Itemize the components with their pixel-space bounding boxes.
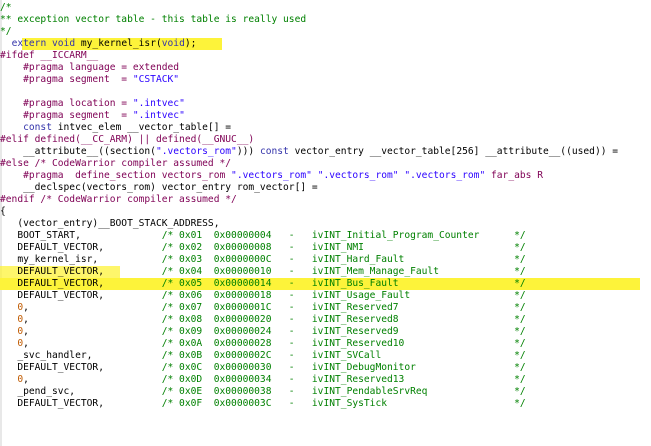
- code-line[interactable]: {: [0, 206, 651, 218]
- code-line[interactable]: 0, /* 0x0D 0x00000034 - ivINT_Reserved13…: [0, 374, 651, 386]
- code-line[interactable]: ** exception vector table - this table i…: [0, 14, 651, 26]
- code-line[interactable]: 0, /* 0x07 0x0000001C - ivINT_Reserved7 …: [0, 302, 651, 314]
- code-line[interactable]: 0, /* 0x0A 0x00000028 - ivINT_Reserved10…: [0, 338, 651, 350]
- code-line[interactable]: [0, 86, 651, 98]
- code-line[interactable]: #elif defined(__CC_ARM) || defined(__GNU…: [0, 134, 651, 146]
- code-line[interactable]: */: [0, 26, 651, 38]
- code-line[interactable]: #pragma location = ".intvec": [0, 98, 651, 110]
- code-line[interactable]: #pragma language = extended: [0, 62, 651, 74]
- code-line[interactable]: 0, /* 0x09 0x00000024 - ivINT_Reserved9 …: [0, 326, 651, 338]
- code-line[interactable]: DEFAULT_VECTOR, /* 0x05 0x00000014 - ivI…: [0, 278, 651, 290]
- code-line[interactable]: DEFAULT_VECTOR, /* 0x0C 0x00000030 - ivI…: [0, 362, 651, 374]
- code-line[interactable]: __attribute__((section(".vectors_rom")))…: [0, 146, 651, 158]
- code-line[interactable]: #pragma define_section vectors_rom ".vec…: [0, 170, 651, 182]
- code-line[interactable]: const intvec_elem __vector_table[] =: [0, 122, 651, 134]
- code-line[interactable]: __declspec(vectors_rom) vector_entry rom…: [0, 182, 651, 194]
- code-editor[interactable]: /* ** exception vector table - this table…: [0, 0, 651, 446]
- code-line[interactable]: #pragma segment = ".intvec": [0, 110, 651, 122]
- code-line[interactable]: DEFAULT_VECTOR, /* 0x02 0x00000008 - ivI…: [0, 242, 651, 254]
- code-line[interactable]: DEFAULT_VECTOR, /* 0x0F 0x0000003C - ivI…: [0, 398, 651, 410]
- code-line[interactable]: 0, /* 0x08 0x00000020 - ivINT_Reserved8 …: [0, 314, 651, 326]
- code-line[interactable]: #endif /* CodeWarrior compiler assumed *…: [0, 194, 651, 206]
- code-line[interactable]: DEFAULT_VECTOR, /* 0x04 0x00000010 - ivI…: [0, 266, 651, 278]
- code-line[interactable]: #else /* CodeWarrior compiler assumed */: [0, 158, 651, 170]
- code-line[interactable]: extern void my_kernel_isr(void);: [0, 38, 651, 50]
- code-line[interactable]: #ifdef __ICCARM__: [0, 50, 651, 62]
- code-line[interactable]: DEFAULT_VECTOR, /* 0x06 0x00000018 - ivI…: [0, 290, 651, 302]
- code-line[interactable]: my_kernel_isr, /* 0x03 0x0000000C - ivIN…: [0, 254, 651, 266]
- code-line[interactable]: BOOT_START, /* 0x01 0x00000004 - ivINT_I…: [0, 230, 651, 242]
- code-line[interactable]: (vector_entry)__BOOT_STACK_ADDRESS,: [0, 218, 651, 230]
- code-line[interactable]: /*: [0, 2, 651, 14]
- code-line[interactable]: _pend_svc, /* 0x0E 0x00000038 - ivINT_Pe…: [0, 386, 651, 398]
- code-line[interactable]: _svc_handler, /* 0x0B 0x0000002C - ivINT…: [0, 350, 651, 362]
- code-line[interactable]: #pragma segment = "CSTACK": [0, 74, 651, 86]
